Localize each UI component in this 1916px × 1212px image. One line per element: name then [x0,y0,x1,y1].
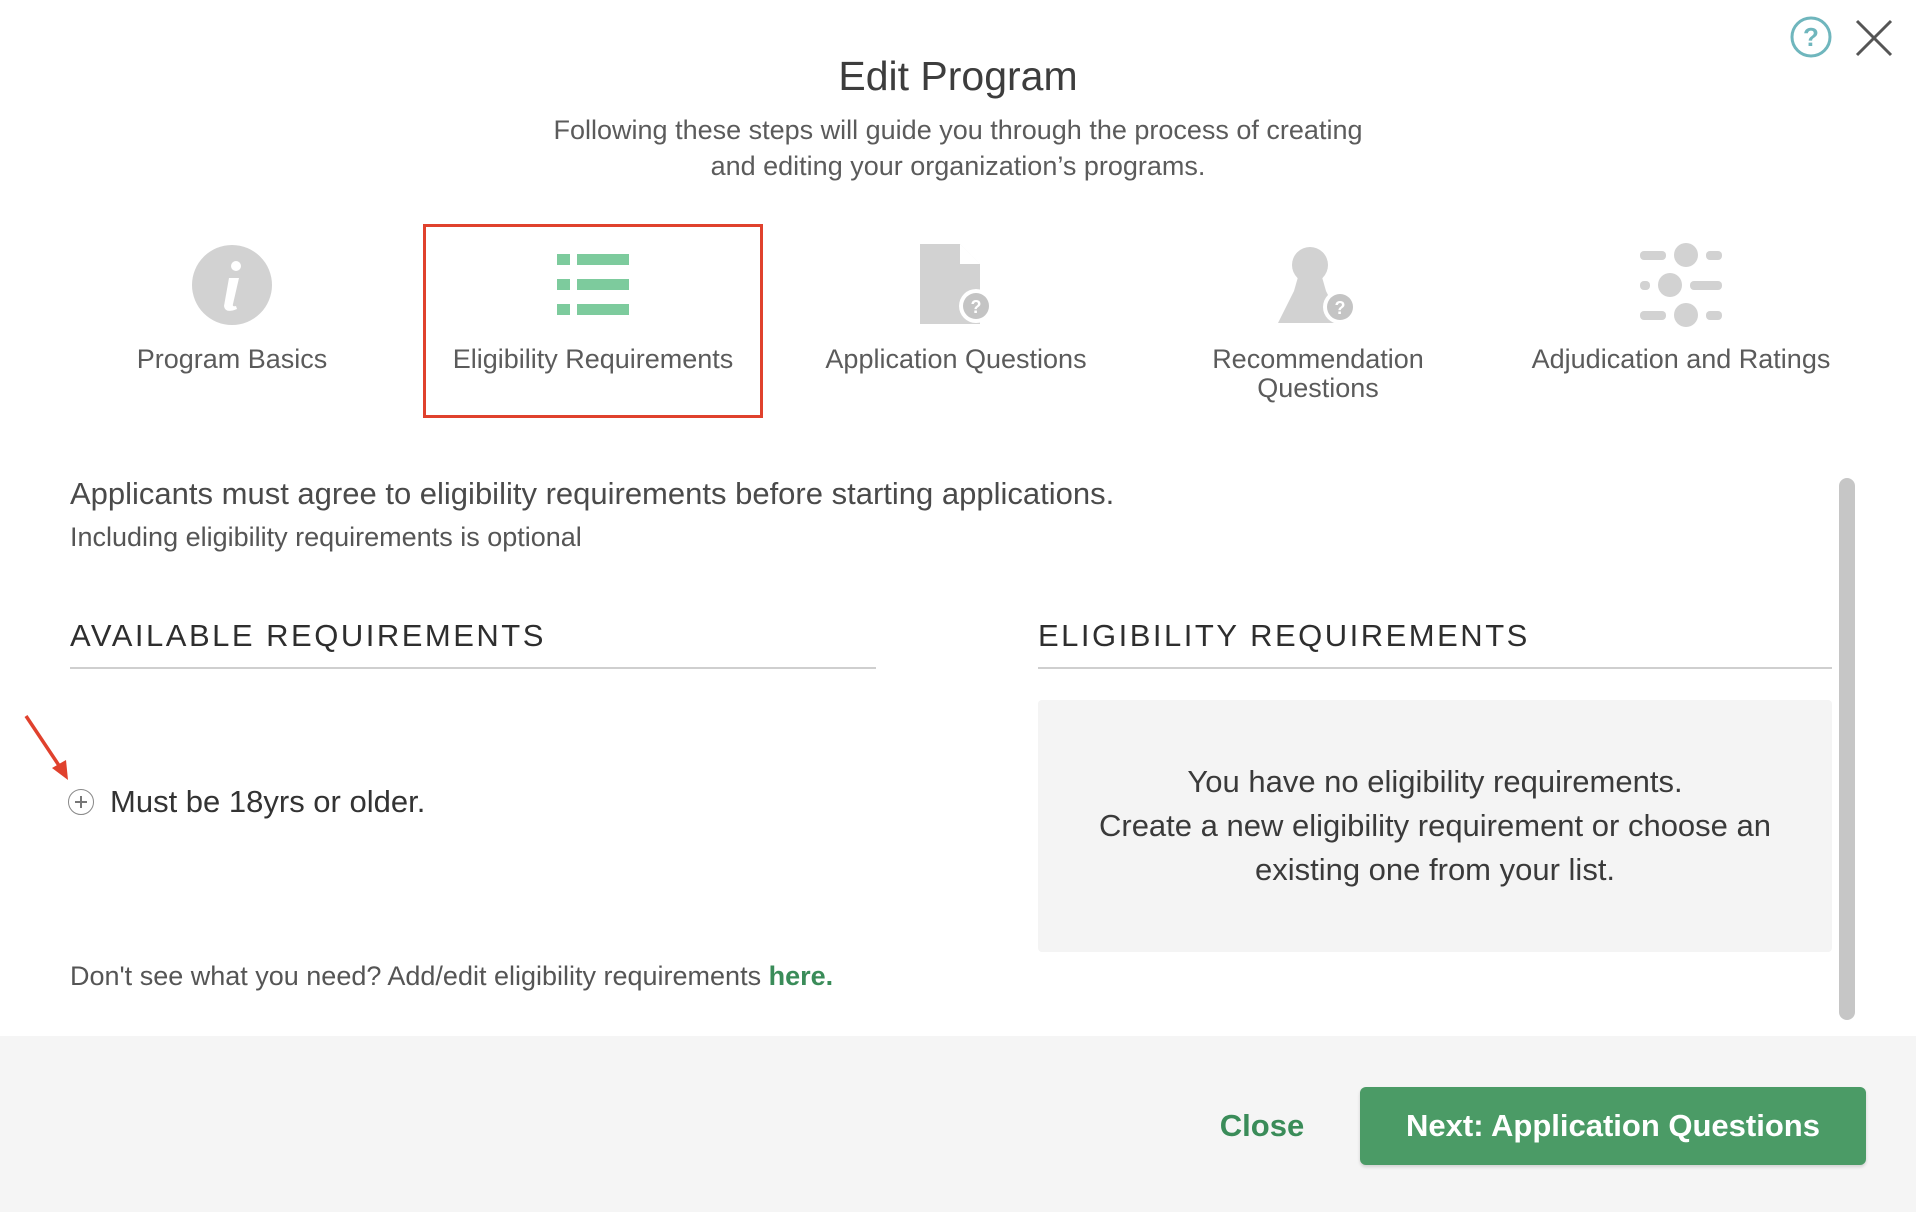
intro-subtext: Including eligibility requirements is op… [70,522,582,552]
available-requirements-title: AVAILABLE REQUIREMENTS [70,618,546,653]
edit-program-modal: ? Edit Program Following these steps wil… [0,0,1916,1212]
step-label: Adjudication and Ratings [1531,344,1831,374]
step-recommendation-questions[interactable]: ? Recommendation Questions [1143,235,1493,403]
document-question-icon: ? [920,244,993,324]
step-label: Program Basics [136,344,328,374]
dont-see-label: Don't see what you need? Add/edit eligib… [70,961,769,991]
step-adjudication-and-ratings[interactable]: Adjudication and Ratings [1506,235,1856,374]
person-question-icon: ? [1278,247,1357,324]
add-circle-icon[interactable] [68,789,94,815]
step-label: Eligibility Requirements [452,344,734,374]
dont-see-text: Don't see what you need? Add/edit eligib… [70,957,833,995]
step-program-basics[interactable]: Program Basics [57,235,407,374]
list-icon [557,254,629,315]
close-button[interactable]: Close [1200,1096,1324,1156]
step-eligibility-requirements[interactable]: Eligibility Requirements [418,235,768,374]
subtitle-line-1: Following these steps will guide you thr… [553,115,1363,145]
eligibility-requirements-title: ELIGIBILITY REQUIREMENTS [1038,618,1530,653]
svg-text:?: ? [1803,22,1819,52]
red-arrow-annotation [24,715,68,780]
eligibility-divider [1038,667,1832,669]
available-requirement-item[interactable]: Must be 18yrs or older. [68,780,425,824]
info-icon [192,245,272,325]
step-label: Recommendation Questions [1212,344,1424,403]
subtitle-line-2: and editing your organization’s programs… [710,151,1206,181]
svg-text:?: ? [971,297,982,317]
step-label: Application Questions [825,344,1087,374]
requirement-label: Must be 18yrs or older. [110,784,426,819]
step-application-questions[interactable]: ? Application Questions [781,235,1131,374]
modal-title: Edit Program [838,53,1078,99]
svg-text:?: ? [1335,298,1346,318]
empty-state-line-2: Create a new eligibility requirement or … [1098,808,1772,887]
intro-text: Applicants must agree to eligibility req… [70,476,1115,511]
empty-state-line-1: You have no eligibility requirements. [1187,764,1683,799]
scrollbar-thumb[interactable] [1839,478,1855,1020]
modal-subtitle: Following these steps will guide you thr… [508,112,1408,184]
eligibility-empty-state: You have no eligibility requirements. Cr… [1038,700,1832,952]
sliders-icon [1640,243,1722,327]
edit-requirements-link[interactable]: here. [769,961,834,991]
available-divider [70,667,876,669]
next-application-questions-button[interactable]: Next: Application Questions [1360,1087,1866,1165]
